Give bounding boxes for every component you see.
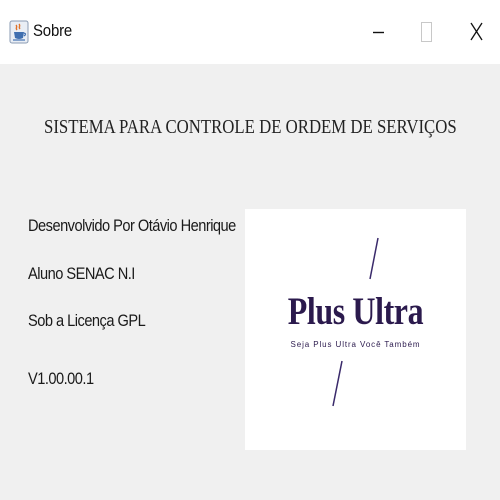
java-cup-icon <box>9 20 29 44</box>
close-icon <box>451 22 497 68</box>
close-button[interactable] <box>451 0 497 64</box>
logo-name: Plus Ultra <box>287 290 424 333</box>
about-dialog: Sobre SISTEMA PARA CONTROLE DE ORDEM DE … <box>0 0 500 500</box>
window-title: Sobre <box>33 21 73 40</box>
version-label: V1.00.00.1 <box>28 369 94 388</box>
minimize-button[interactable] <box>355 0 401 64</box>
maximize-button[interactable] <box>403 0 449 64</box>
maximize-icon <box>403 22 449 68</box>
student-label: Aluno SENAC N.I <box>28 264 135 283</box>
system-heading: SISTEMA PARA CONTROLE DE ORDEM DE SERVIÇ… <box>44 117 457 138</box>
developer-label: Desenvolvido Por Otávio Henrique <box>28 216 236 235</box>
minimize-icon <box>355 31 401 68</box>
license-label: Sob a Licença GPL <box>28 311 146 330</box>
logo-tagline: Seja Plus Ultra Você Também <box>290 340 421 349</box>
plus-ultra-logo: Plus Ultra Seja Plus Ultra Você Também <box>245 209 466 450</box>
title-bar[interactable]: Sobre <box>0 0 500 64</box>
